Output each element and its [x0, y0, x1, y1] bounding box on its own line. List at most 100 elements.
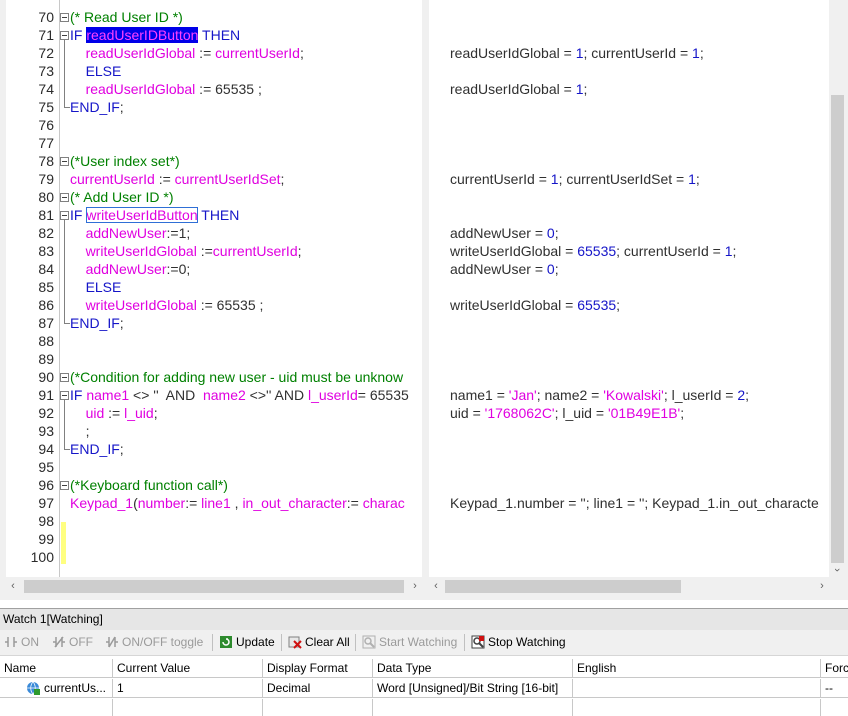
on-off-toggle-button[interactable]: ON/OFF toggle: [105, 633, 203, 652]
scroll-right-icon[interactable]: ›: [408, 579, 422, 593]
code-line[interactable]: 79 currentUserId := currentUserIdSet;: [6, 170, 422, 188]
code-line[interactable]: 86 writeUserIdGlobal := 65535 ;: [6, 296, 422, 314]
code-text[interactable]: END_IF;: [70, 314, 124, 332]
row-display-format[interactable]: Decimal: [263, 679, 373, 698]
fold-toggle-icon[interactable]: [60, 31, 69, 40]
code-text[interactable]: (*Keyboard function call*): [70, 476, 228, 494]
code-line[interactable]: 99: [6, 530, 422, 548]
col-display-format-header[interactable]: Display Format: [263, 659, 373, 678]
code-text[interactable]: END_IF;: [70, 440, 124, 458]
line-number: 75: [38, 99, 54, 115]
code-text[interactable]: addNewUser:=1;: [70, 224, 191, 242]
line-number: 88: [38, 333, 54, 349]
code-line[interactable]: 72 readUserIdGlobal := currentUserId;: [6, 44, 422, 62]
code-text[interactable]: (* Read User ID *): [70, 8, 183, 26]
code-line[interactable]: 95: [6, 458, 422, 476]
update-label: Update: [236, 635, 275, 649]
scroll-left-icon[interactable]: ‹: [6, 579, 20, 593]
code-text[interactable]: IF name1 <> '' AND name2 <>'' AND l_user…: [70, 386, 409, 404]
code-hscroll-thumb[interactable]: [24, 580, 404, 593]
code-line[interactable]: 76: [6, 116, 422, 134]
start-watching-button[interactable]: Start Watching: [362, 633, 457, 652]
clear-all-button[interactable]: Clear All: [288, 633, 350, 652]
clear-all-label: Clear All: [305, 635, 350, 649]
scroll-left-icon[interactable]: ‹: [429, 579, 443, 593]
empty-row-cell[interactable]: [0, 699, 113, 716]
code-text[interactable]: (* Add User ID *): [70, 188, 173, 206]
code-text[interactable]: writeUserIdGlobal :=currentUserId;: [70, 242, 302, 260]
fold-toggle-icon[interactable]: [60, 193, 69, 202]
code-line[interactable]: 97 Keypad_1(number:= line1 , in_out_chara…: [6, 494, 422, 512]
code-text[interactable]: writeUserIdGlobal := 65535 ;: [70, 296, 264, 314]
row-current-value[interactable]: 1: [113, 679, 263, 698]
fold-toggle-icon[interactable]: [60, 13, 69, 22]
monitor-hscrollbar[interactable]: ‹ ›: [429, 578, 829, 595]
fold-guide: [64, 40, 65, 107]
col-english-header[interactable]: English: [573, 659, 821, 678]
code-line[interactable]: 89: [6, 350, 422, 368]
code-line[interactable]: 93 ;: [6, 422, 422, 440]
code-line[interactable]: 88: [6, 332, 422, 350]
code-text[interactable]: ELSE: [70, 278, 122, 296]
line-number: 81: [38, 207, 54, 223]
code-text[interactable]: END_IF;: [70, 98, 124, 116]
on-button[interactable]: ON: [4, 633, 39, 652]
col-current-value-header[interactable]: Current Value: [113, 659, 263, 678]
row-english[interactable]: [573, 679, 821, 698]
code-text[interactable]: addNewUser:=0;: [70, 260, 191, 278]
code-pane[interactable]: 70 (* Read User ID *) 71 IF readUserIDButto…: [6, 0, 422, 577]
empty-row-cell[interactable]: [573, 699, 821, 716]
off-button[interactable]: OFF: [52, 633, 93, 652]
col-name-header[interactable]: Name: [0, 659, 113, 678]
monitor-pane[interactable]: readUserIdGlobal = 1; currentUserId = 1;…: [429, 0, 829, 577]
code-line[interactable]: 85 ELSE: [6, 278, 422, 296]
fold-toggle-icon[interactable]: [60, 373, 69, 382]
fold-guide: [64, 220, 65, 323]
code-line[interactable]: 98: [6, 512, 422, 530]
scroll-down-icon[interactable]: ›: [830, 563, 844, 577]
code-line[interactable]: 92 uid := l_uid;: [6, 404, 422, 422]
line-number: 78: [38, 153, 54, 169]
code-line[interactable]: 100: [6, 548, 422, 566]
col-data-type-header[interactable]: Data Type: [373, 659, 573, 678]
code-line[interactable]: 84 addNewUser:=0;: [6, 260, 422, 278]
row-name-cell[interactable]: currentUs...: [0, 679, 113, 698]
code-text[interactable]: ELSE: [70, 62, 122, 80]
code-line[interactable]: 83 writeUserIdGlobal :=currentUserId;: [6, 242, 422, 260]
code-line[interactable]: 77: [6, 134, 422, 152]
editor-vscroll-thumb[interactable]: [831, 95, 844, 563]
row-force[interactable]: --: [821, 679, 848, 698]
code-text[interactable]: uid := l_uid;: [70, 404, 158, 422]
code-text[interactable]: (*Condition for adding new user - uid mu…: [70, 368, 403, 386]
monitor-hscroll-thumb[interactable]: [445, 580, 681, 593]
code-text[interactable]: IF writeUserIdButton THEN: [70, 206, 239, 224]
empty-row-cell[interactable]: [373, 699, 573, 716]
refresh-icon: [220, 636, 232, 648]
watch-title: Watch 1[Watching]: [0, 609, 848, 630]
fold-toggle-icon[interactable]: [60, 391, 69, 400]
code-line[interactable]: 74 readUserIdGlobal := 65535 ;: [6, 80, 422, 98]
fold-toggle-icon[interactable]: [60, 481, 69, 490]
scroll-right-icon[interactable]: ›: [815, 579, 829, 593]
empty-row-cell[interactable]: [113, 699, 263, 716]
code-text[interactable]: ;: [70, 422, 90, 440]
code-text[interactable]: IF readUserIDButton THEN: [70, 26, 240, 44]
code-text[interactable]: readUserIdGlobal := 65535 ;: [70, 80, 262, 98]
code-line[interactable]: 82 addNewUser:=1;: [6, 224, 422, 242]
fold-toggle-icon[interactable]: [60, 157, 69, 166]
code-text[interactable]: readUserIdGlobal := currentUserId;: [70, 44, 304, 62]
contact-off-icon: [53, 636, 65, 648]
editor-vscrollbar[interactable]: ›: [829, 0, 846, 580]
off-label: OFF: [69, 635, 93, 649]
stop-watching-button[interactable]: Stop Watching: [471, 633, 566, 652]
empty-row-cell[interactable]: [263, 699, 373, 716]
code-text[interactable]: Keypad_1(number:= line1 , in_out_charact…: [70, 494, 405, 512]
code-text[interactable]: currentUserId := currentUserIdSet;: [70, 170, 284, 188]
code-hscrollbar[interactable]: ‹ ›: [6, 578, 422, 595]
code-text[interactable]: (*User index set*): [70, 152, 180, 170]
update-button[interactable]: Update: [219, 633, 275, 652]
pane-splitter[interactable]: [423, 0, 428, 600]
code-line[interactable]: 73 ELSE: [6, 62, 422, 80]
col-force-header[interactable]: Forc: [821, 659, 848, 678]
fold-toggle-icon[interactable]: [60, 211, 69, 220]
